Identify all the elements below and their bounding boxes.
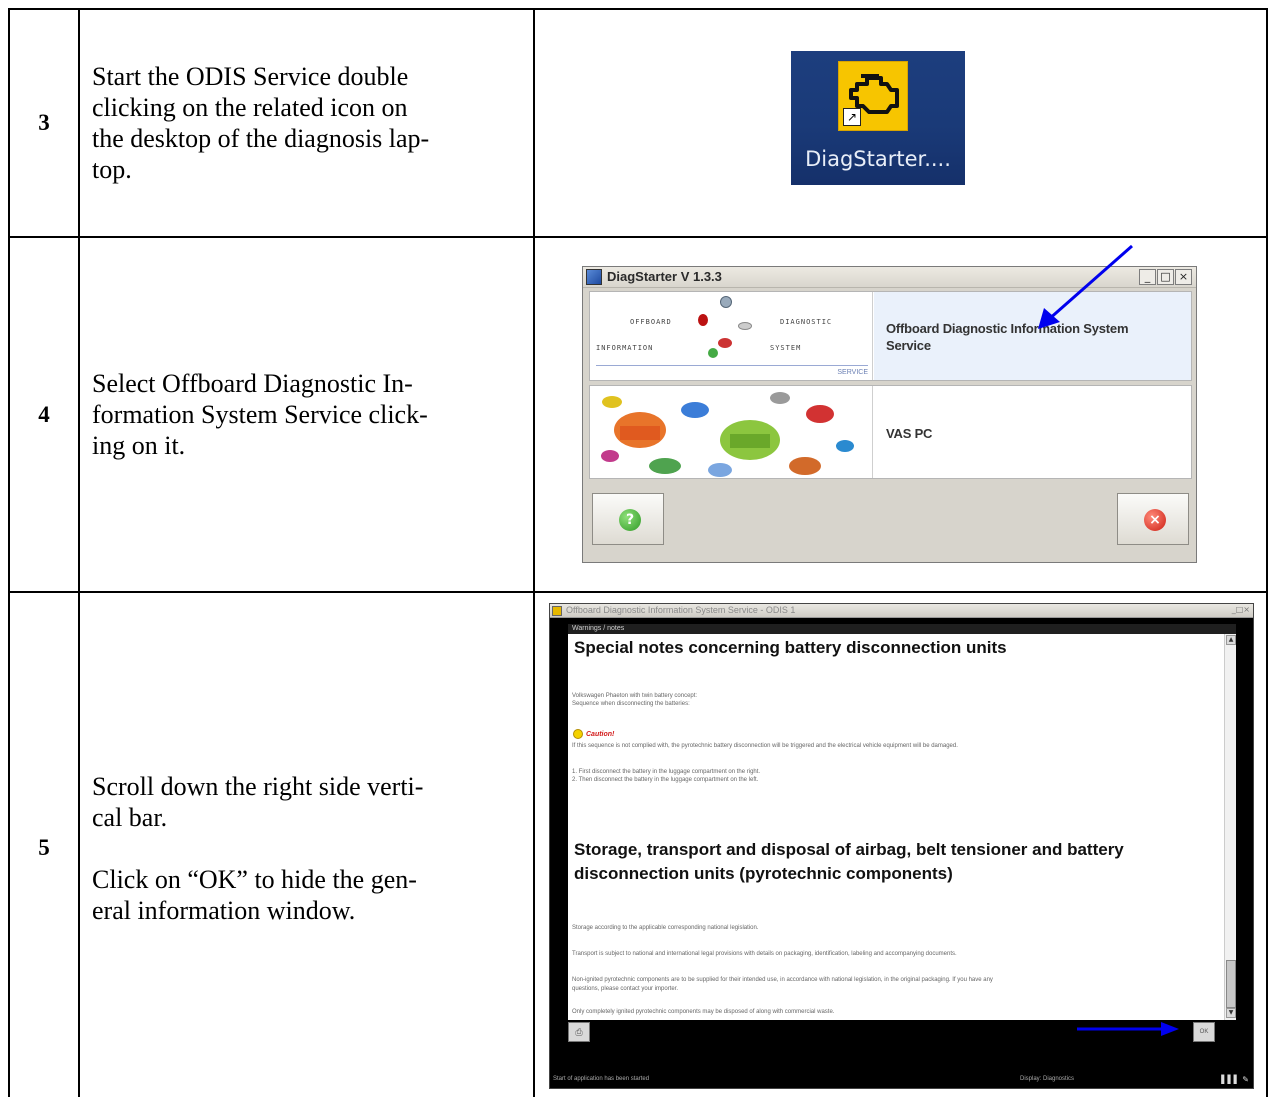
window-footer: ? × [589,485,1192,557]
step-description: Start the ODIS Service double clicking o… [78,8,535,238]
step-screenshot: ↗ DiagStarter.... [533,8,1268,238]
desc-line: formation System Service click- [92,400,428,429]
caution-text: If this sequence is not complied with, t… [572,743,958,749]
step-line: 2. Then disconnect the battery in the lu… [572,777,759,783]
step-row-3: 3 Start the ODIS Service double clicking… [8,8,1268,238]
desc-line: the desktop of the diagnosis lap- [92,124,430,153]
step-description: Select Offboard Diagnostic In- formation… [78,236,535,593]
desc-line: clicking on the related icon on [92,93,408,122]
desc-line: ing on it. [92,431,186,460]
exit-button[interactable]: × [1117,493,1189,545]
step-number: 4 [8,236,80,593]
maximize-button[interactable]: □ [1157,269,1174,285]
minimize-button[interactable]: _ [1139,269,1156,285]
status-text: Display: Diagnostics [1020,1076,1075,1082]
pointer-arrow-icon [1038,244,1133,329]
print-button[interactable]: ⎙ [568,1022,590,1042]
step-number: 5 [8,591,80,1097]
step-row-5: 5 Scroll down the right side verti- cal … [8,591,1268,1097]
diagstarter-desktop-icon[interactable]: ↗ DiagStarter.... [791,51,965,185]
note-line: Volkswagen Phaeton with twin battery con… [572,693,698,699]
section-heading: Special notes concerning battery disconn… [574,638,1007,657]
general-information-dialog: Warnings / notes Special notes concernin… [568,624,1236,1076]
caution-label: Caution! [586,731,615,738]
vertical-scrollbar[interactable]: ▲ ▼ [1224,634,1236,1020]
close-icon: × [1144,509,1166,531]
step-screenshot: DiagStarter V 1.3.3 _ □ × OFFBOARD DIAGN… [533,236,1268,593]
desc-line: top. [92,155,132,184]
dialog-header: Warnings / notes [568,624,1236,634]
logo-divider [596,365,868,366]
odis-window: Offboard Diagnostic Information System S… [549,603,1254,1089]
close-window-button[interactable]: × [1175,269,1192,285]
desktop-icon-label: DiagStarter.... [805,147,951,171]
brand-emblem-icon [698,314,708,326]
vas-pc-option[interactable]: VAS PC [589,385,1192,479]
window-controls[interactable]: _□× [1232,605,1250,614]
step-description: Scroll down the right side verti- cal ba… [78,591,535,1097]
desc-line: cal bar. [92,802,168,832]
logo-word: SERVICE [837,369,868,376]
pointer-arrow-icon [1077,1022,1179,1036]
logo-word: DIAGNOSTIC [780,318,833,326]
brand-emblem-icon [738,322,752,330]
step-number: 3 [8,8,80,238]
desc-line: Start the ODIS Service double [92,62,409,91]
window-title: DiagStarter V 1.3.3 [607,269,722,284]
option-label-line: Service [886,338,931,353]
scroll-up-arrow-icon[interactable]: ▲ [1226,635,1236,645]
scroll-thumb[interactable] [1226,960,1236,1008]
body-line: Non-ignited pyrotechnic components are t… [572,977,993,983]
vas-pc-illustration [590,386,873,478]
status-bar: Start of application has been started Di… [550,1074,1253,1088]
step-line: 1. First disconnect the battery in the l… [572,769,761,775]
brand-emblem-icon [720,296,732,308]
step-row-4: 4 Select Offboard Diagnostic In- formati… [8,236,1268,593]
status-text: Start of application has been started [553,1076,650,1082]
note-line: Sequence when disconnecting the batterie… [572,701,690,707]
desc-line: Scroll down the right side verti- [92,771,424,801]
window-controls: _ □ × [1139,269,1192,285]
help-icon: ? [619,509,641,531]
caution-icon [573,729,583,739]
help-button[interactable]: ? [592,493,664,545]
brand-emblem-icon [708,348,718,358]
logo-word: OFFBOARD [630,318,672,326]
desc-line: Click on “OK” to hide the gen- [92,864,417,894]
body-line: Only completely ignited pyrotechnic comp… [572,1009,835,1015]
step-screenshot: Offboard Diagnostic Information System S… [533,591,1268,1097]
desc-line: eral information window. [92,895,356,925]
instruction-table: 3 Start the ODIS Service double clicking… [8,8,1268,1097]
desc-line: Select Offboard Diagnostic In- [92,369,413,398]
app-icon [552,606,562,616]
odis-logo: OFFBOARD DIAGNOSTIC INFORMATION SYSTEM S… [590,292,873,380]
logo-word: INFORMATION [596,344,654,352]
status-icons: ▌▌▌ ✎ [1221,1075,1249,1084]
body-line: Transport is subject to national and int… [572,951,957,957]
dialog-content: Special notes concerning battery disconn… [570,634,1222,1018]
body-line: Storage according to the applicable corr… [572,925,759,931]
window-titlebar: Offboard Diagnostic Information System S… [550,604,1253,618]
ok-button[interactable]: OK [1193,1022,1215,1042]
brand-emblem-icon [718,338,732,348]
logo-word: SYSTEM [770,344,802,352]
app-icon [586,269,602,285]
shortcut-arrow-icon: ↗ [843,108,861,126]
window-title: Offboard Diagnostic Information System S… [566,605,796,615]
section-heading: Storage, transport and disposal of airba… [574,840,1124,883]
option-label: VAS PC [886,426,933,441]
body-line: questions, please contact your importer. [572,986,679,992]
scroll-down-arrow-icon[interactable]: ▼ [1226,1008,1236,1018]
